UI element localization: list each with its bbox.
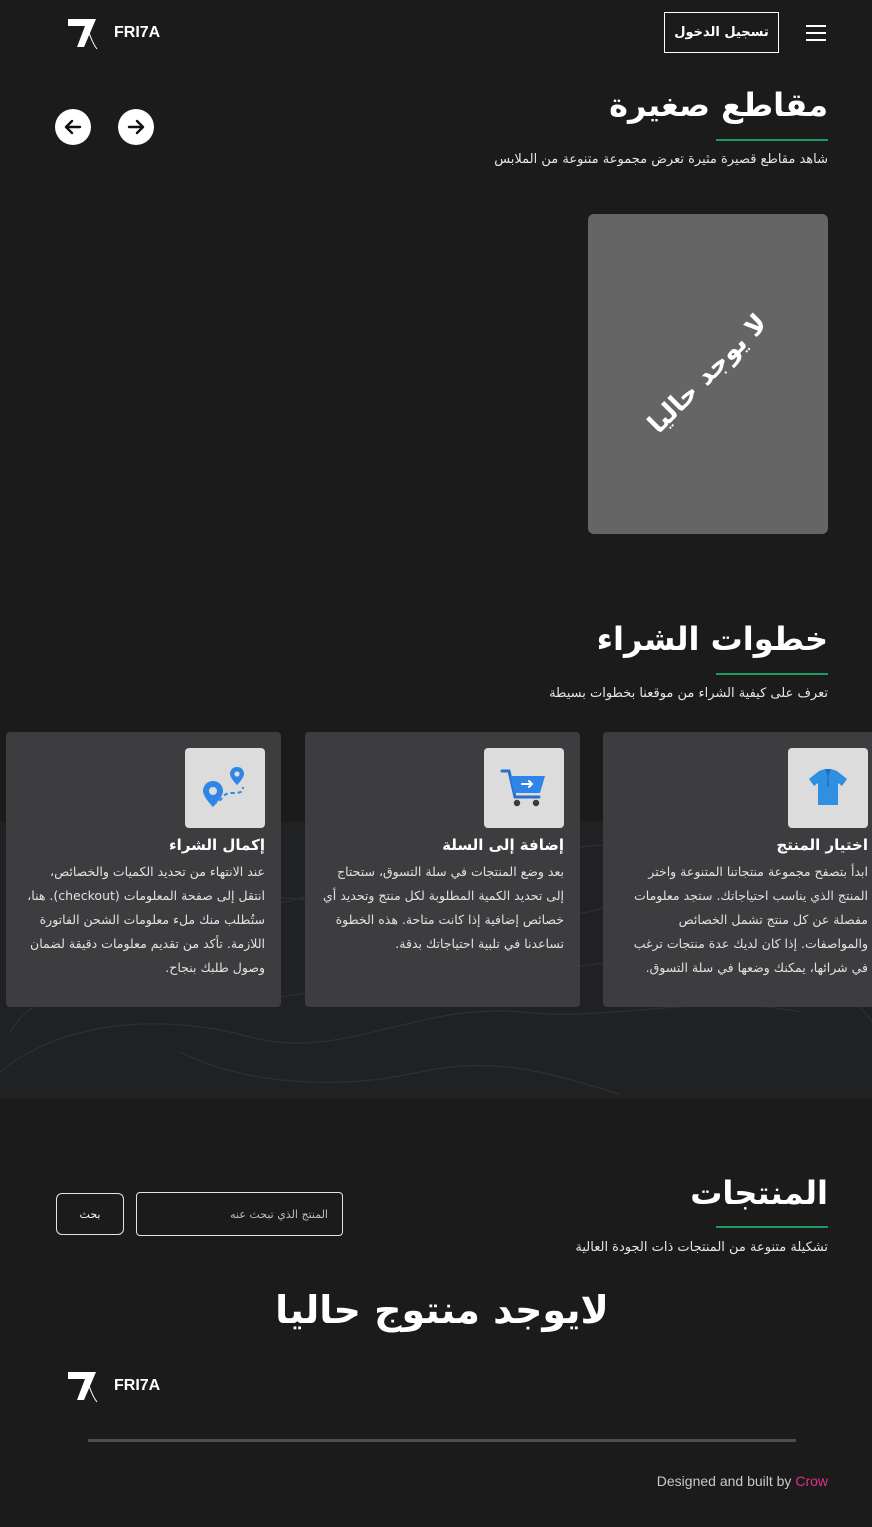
credit-author-link[interactable]: Crow bbox=[795, 1473, 828, 1489]
no-products-message: لايوجد منتوج حاليا bbox=[275, 1288, 609, 1332]
login-button[interactable]: تسجيل الدخول bbox=[664, 12, 779, 53]
products-subtitle: تشكيلة متنوعة من المنتجات ذات الجودة الع… bbox=[575, 1240, 828, 1255]
step-icon-box bbox=[185, 748, 265, 828]
footer-divider bbox=[88, 1439, 796, 1442]
shorts-title-underline bbox=[716, 139, 828, 141]
products-title: المنتجات bbox=[690, 1174, 828, 1212]
arrow-left-icon bbox=[64, 119, 82, 135]
shorts-subtitle: شاهد مقاطع قصيرة مثيرة تعرض مجموعة متنوع… bbox=[494, 152, 828, 167]
step-card-complete-purchase: إكمال الشراء عند الانتهاء من تحديد الكمي… bbox=[6, 732, 281, 1007]
step-title: إكمال الشراء bbox=[169, 836, 265, 854]
next-arrow-button[interactable] bbox=[118, 109, 154, 145]
brand-logo-icon bbox=[66, 1369, 100, 1403]
step-icon-box bbox=[484, 748, 564, 828]
step-description: عند الانتهاء من تحديد الكميات والخصائص، … bbox=[27, 864, 265, 975]
brand-logo-icon bbox=[66, 16, 100, 50]
step-card-choose-product: اختيار المنتج ابدأ بتصفح مجموعة منتجاتنا… bbox=[603, 732, 872, 1007]
step-description: ابدأ بتصفح مجموعة منتجاتنا المتنوعة واخت… bbox=[633, 864, 868, 975]
empty-card-text: لا يوجد حاليا bbox=[642, 308, 774, 440]
steps-subtitle: تعرف على كيفية الشراء من موقعنا بخطوات ب… bbox=[549, 686, 828, 701]
step-title: اختيار المنتج bbox=[776, 836, 868, 854]
steps-title-underline bbox=[716, 673, 828, 675]
footer-credit: Designed and built by Crow bbox=[657, 1473, 828, 1489]
menu-icon[interactable] bbox=[806, 20, 826, 46]
products-title-underline bbox=[716, 1226, 828, 1228]
search-button[interactable]: بحث bbox=[56, 1193, 124, 1235]
cart-icon bbox=[500, 769, 545, 807]
step-icon-box bbox=[788, 748, 868, 828]
step-card-add-to-cart: إضافة إلى السلة بعد وضع المنتجات في سلة … bbox=[305, 732, 580, 1007]
header-logo[interactable]: FRI7A bbox=[66, 16, 160, 50]
footer-logo[interactable]: FRI7A bbox=[66, 1369, 160, 1403]
shirt-icon bbox=[809, 769, 847, 805]
step-description: بعد وضع المنتجات في سلة التسوق، ستحتاج إ… bbox=[322, 864, 564, 951]
step-title: إضافة إلى السلة bbox=[442, 836, 564, 854]
steps-title: خطوات الشراء bbox=[596, 620, 828, 658]
prev-arrow-button[interactable] bbox=[55, 109, 91, 145]
shorts-title: مقاطع صغيرة bbox=[609, 86, 828, 124]
credit-prefix: Designed and built by bbox=[656, 1473, 792, 1489]
short-video-card[interactable]: لا يوجد حاليا bbox=[588, 214, 828, 534]
brand-name: FRI7A bbox=[114, 24, 161, 41]
route-pin-icon bbox=[203, 767, 244, 807]
brand-name: FRI7A bbox=[114, 1377, 161, 1394]
arrow-right-icon bbox=[127, 119, 145, 135]
search-input[interactable]: المنتج الذي تبحث عنه bbox=[136, 1192, 343, 1236]
